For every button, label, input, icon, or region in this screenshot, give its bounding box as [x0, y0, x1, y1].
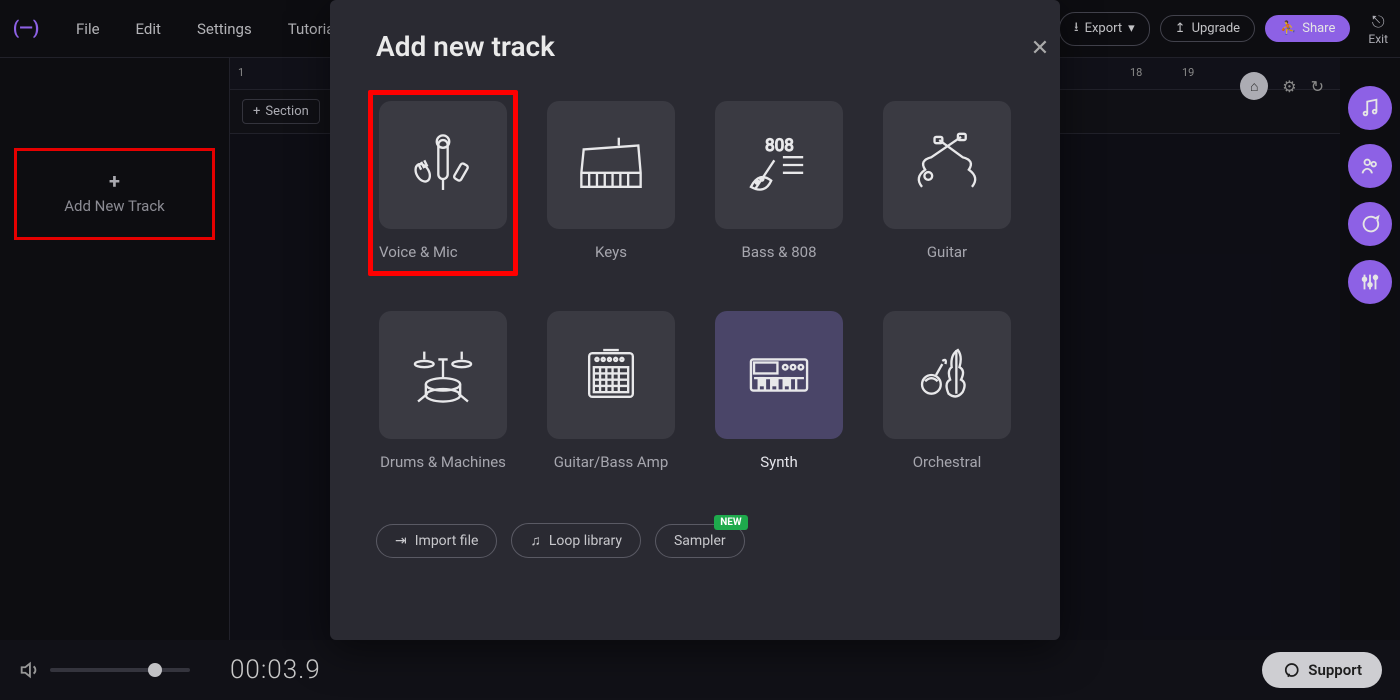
add-track-modal: ✕ Add new track Voice & Mic — [330, 0, 1060, 640]
track-option-bass-808[interactable]: 808 Bass & 808 — [712, 101, 846, 261]
highlight-frame: Voice & Mic — [368, 90, 518, 276]
loop-library-label: Loop library — [549, 533, 622, 549]
track-option-amp[interactable]: Guitar/Bass Amp — [544, 311, 678, 471]
modal-footer: ⇥ Import file ♫ Loop library Sampler NEW — [376, 523, 1014, 558]
sampler-label: Sampler — [674, 533, 726, 549]
loop-library-button[interactable]: ♫ Loop library — [511, 523, 641, 558]
track-option-voice-mic[interactable]: Voice & Mic — [376, 101, 510, 261]
sampler-button[interactable]: Sampler NEW — [655, 524, 745, 558]
synth-icon — [740, 336, 818, 414]
import-label: Import file — [415, 533, 479, 549]
track-option-drums[interactable]: Drums & Machines — [376, 311, 510, 471]
track-label: Keys — [595, 243, 627, 261]
track-label: Orchestral — [913, 453, 982, 471]
amp-icon — [572, 336, 650, 414]
import-file-button[interactable]: ⇥ Import file — [376, 524, 497, 558]
track-option-synth[interactable]: Synth — [712, 311, 846, 471]
track-option-orchestral[interactable]: Orchestral — [880, 311, 1014, 471]
close-icon: ✕ — [1031, 36, 1049, 61]
piano-icon — [572, 126, 650, 204]
track-label: Guitar — [927, 243, 967, 261]
track-label: Guitar/Bass Amp — [554, 453, 669, 471]
track-label: Bass & 808 — [741, 243, 816, 261]
modal-close-button[interactable]: ✕ — [1020, 28, 1060, 68]
modal-title: Add new track — [376, 30, 1014, 63]
track-label: Synth — [760, 453, 797, 471]
guitar-icon — [908, 126, 986, 204]
new-badge: NEW — [714, 515, 747, 530]
music-note-icon: ♫ — [530, 532, 541, 549]
drums-icon — [404, 336, 482, 414]
track-option-guitar[interactable]: Guitar — [880, 101, 1014, 261]
track-option-keys[interactable]: Keys — [544, 101, 678, 261]
track-label: Drums & Machines — [380, 453, 506, 471]
orchestral-icon — [908, 336, 986, 414]
svg-text:808: 808 — [765, 136, 794, 156]
track-type-grid: Voice & Mic Keys 808 — [376, 101, 1014, 471]
track-label: Voice & Mic — [379, 243, 507, 261]
microphone-icon — [404, 126, 482, 204]
bass-808-icon: 808 — [740, 126, 818, 204]
import-icon: ⇥ — [395, 533, 407, 549]
